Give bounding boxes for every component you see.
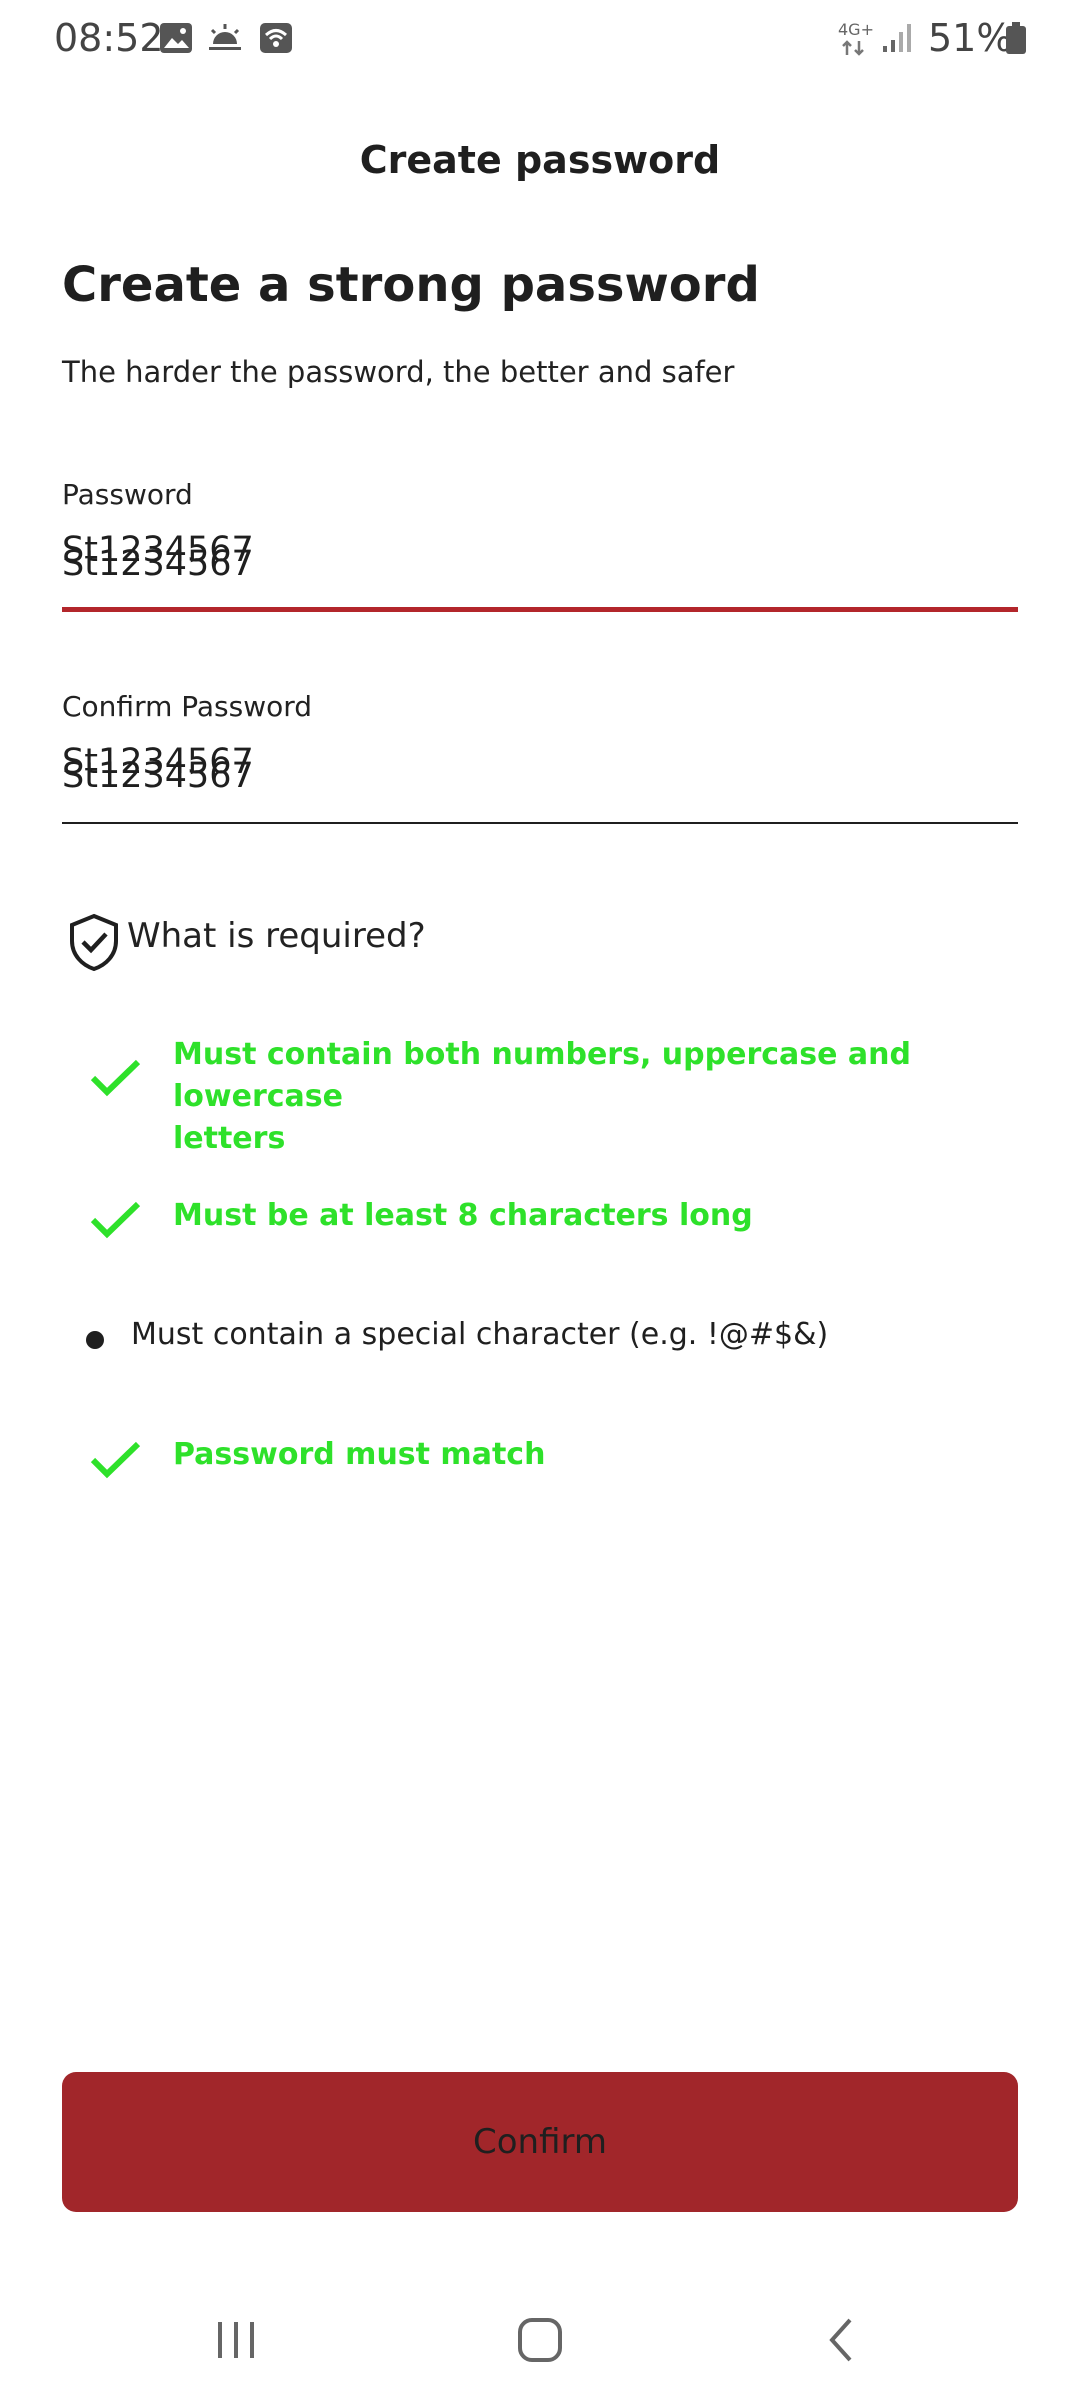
requirement-1-text: Must contain both numbers, uppercase and… [173, 1034, 1033, 1160]
password-label: Password [62, 478, 193, 511]
requirement-1-line2: letters [173, 1121, 286, 1156]
network-arrows-icon [838, 38, 868, 58]
requirement-4-text: Password must match [173, 1437, 546, 1472]
check-icon [90, 1200, 142, 1240]
confirm-password-underline [62, 822, 1018, 824]
battery-percent: 51% [928, 16, 1013, 60]
battery-icon [1004, 20, 1028, 56]
requirements-title: What is required? [127, 916, 426, 956]
requirement-3-text: Must contain a special character (e.g. !… [131, 1317, 829, 1352]
password-underline [62, 607, 1018, 612]
signal-icon [880, 20, 914, 56]
wifi-call-icon [258, 20, 294, 56]
subtitle: The harder the password, the better and … [62, 355, 735, 389]
password-value-shadow: St1234567 [62, 544, 254, 584]
network-type: 4G+ [838, 20, 874, 39]
shield-check-icon [68, 913, 120, 972]
confirm-password-value-shadow: St1234567 [62, 756, 254, 796]
status-time: 08:52 [54, 16, 164, 60]
password-field[interactable]: St1234567 St1234567 [62, 520, 1018, 610]
image-icon [158, 20, 194, 56]
requirement-2-text: Must be at least 8 characters long [173, 1198, 753, 1233]
check-icon [90, 1058, 142, 1098]
bullet-icon [86, 1331, 104, 1349]
back-icon[interactable] [772, 2300, 912, 2380]
main-heading: Create a strong password [62, 257, 760, 313]
confirm-button[interactable]: Confirm [62, 2072, 1018, 2212]
recent-apps-icon[interactable] [166, 2300, 306, 2380]
page-title: Create password [359, 138, 721, 182]
check-icon [90, 1440, 142, 1480]
confirm-password-field[interactable]: St1234567 St1234567 [62, 732, 1018, 822]
weather-icon [205, 20, 245, 56]
home-icon[interactable] [470, 2300, 610, 2380]
confirm-password-label: Confirm Password [62, 690, 313, 723]
requirement-1-line1: Must contain both numbers, uppercase and… [173, 1037, 911, 1114]
